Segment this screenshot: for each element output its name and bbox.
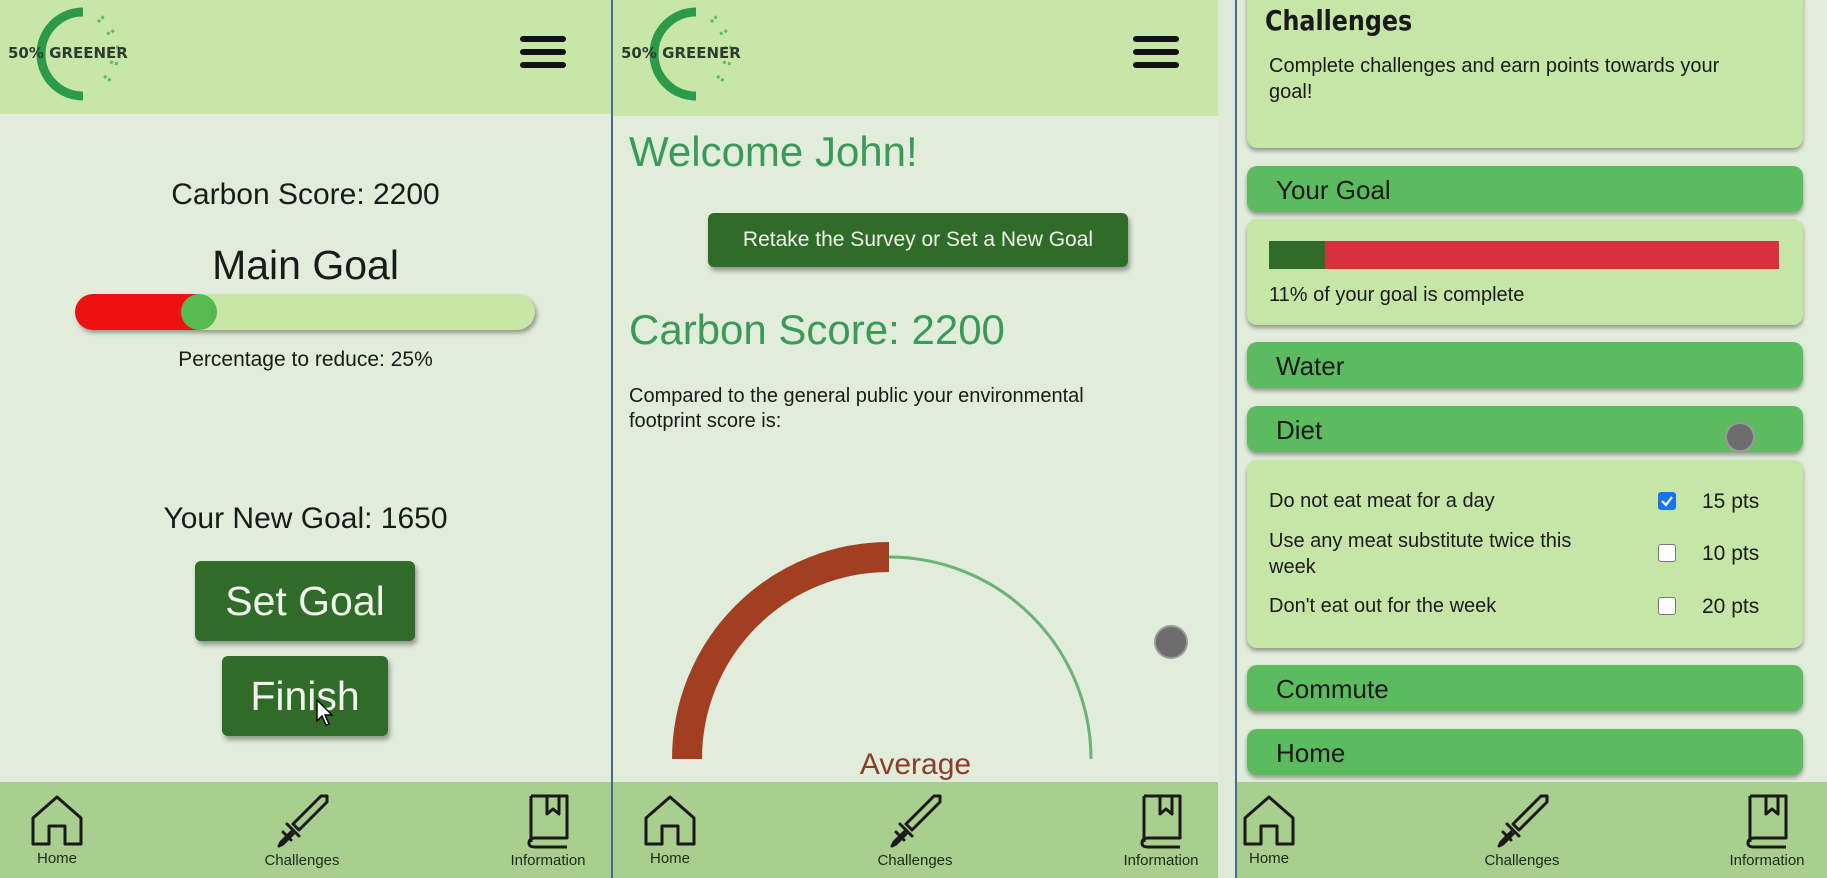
nav-challenges[interactable]: Challenges [855,782,975,878]
gauge-label: Average [859,748,972,781]
accordion-diet[interactable]: Diet [1247,406,1803,452]
nav-challenges-label: Challenges [877,852,953,869]
set-goal-button[interactable]: Set Goal [195,561,415,641]
accordion-your-goal-label: Your Goal [1276,175,1391,205]
bottom-nav: Home Challenges Information [0,782,611,878]
challenges-screen: Challenges Complete challenges and earn … [1237,0,1827,878]
challenge-points: 20 pts [1702,595,1760,618]
challenges-intro-card: Challenges Complete challenges and earn … [1247,0,1803,148]
carbon-score: Carbon Score: 2200 [171,178,440,211]
goal-progress-bar [1269,241,1779,269]
nav-information[interactable]: Information [1101,782,1218,878]
retake-survey-button[interactable]: Retake the Survey or Set a New Goal [708,213,1128,267]
logo-text: 50% GREENER [621,44,741,62]
sword-icon [890,794,942,848]
nav-home[interactable]: Home [1237,782,1329,878]
gauge-fill-arc [672,542,890,760]
diet-challenges-card: Do not eat meat for a day 15 pts Use any… [1247,460,1803,648]
challenge-text: Don't eat out for the week [1269,595,1497,617]
nav-challenges[interactable]: Challenges [1462,782,1582,878]
book-icon [1140,794,1182,849]
accordion-diet-label: Diet [1276,415,1323,445]
home-icon [1243,795,1295,846]
accordion-home-label: Home [1276,738,1346,768]
challenge-checkbox-2[interactable] [1658,544,1676,562]
scroll-indicator[interactable] [1725,422,1755,452]
app-logo: 50% GREENER [8,4,148,104]
app-header: 50% GREENER [613,0,1218,116]
home-screen: 50% GREENER Welcome John! Retake the Sur… [613,0,1218,878]
nav-home-label: Home [649,850,690,867]
scroll-indicator[interactable] [1154,625,1188,659]
menu-icon[interactable] [1133,36,1179,70]
goal-slider[interactable] [75,294,535,330]
bottom-nav: Home Challenges Information [613,782,1218,878]
gauge-track-arc [888,555,1093,760]
challenge-points: 15 pts [1702,490,1760,513]
challenges-intro: Complete challenges and earn points towa… [1269,55,1720,103]
accordion-water-label: Water [1276,351,1345,381]
challenges-title: Challenges [1265,4,1413,37]
logo-text: 50% GREENER [8,44,128,62]
nav-information[interactable]: Information [488,782,608,878]
nav-information-label: Information [1729,852,1805,869]
nav-home[interactable]: Home [0,782,117,878]
new-goal: Your New Goal: 1650 [163,502,448,535]
bottom-nav: Home Challenges Information [1237,782,1827,878]
app-logo: 50% GREENER [621,4,761,104]
goal-progress-card: 11% of your goal is complete [1247,219,1803,325]
nav-challenges-label: Challenges [1484,852,1560,869]
book-icon [1746,794,1788,849]
challenge-text: Do not eat meat for a day [1269,490,1495,512]
mouse-cursor-icon [316,699,334,726]
accordion-water[interactable]: Water [1247,342,1803,388]
home-icon [644,795,696,846]
accordion-commute[interactable]: Commute [1247,665,1803,711]
challenge-text: Use any meat substitute twice this week [1269,530,1572,578]
accordion-your-goal[interactable]: Your Goal [1247,166,1803,212]
goal-progress-fill [1269,241,1325,269]
nav-challenges[interactable]: Challenges [242,782,362,878]
nav-challenges-label: Challenges [264,852,340,869]
menu-icon[interactable] [520,36,566,70]
sword-icon [1497,794,1549,848]
carbon-score-heading: Carbon Score: 2200 [629,306,1005,353]
finish-button[interactable]: Finish [222,656,388,736]
accordion-commute-label: Commute [1276,674,1389,704]
welcome-heading: Welcome John! [629,128,918,175]
goal-screen: 50% GREENER Carbon Score: 2200 Main Goal… [0,0,611,878]
nav-information[interactable]: Information [1707,782,1827,878]
home-icon [31,795,83,846]
challenge-checkbox-1[interactable] [1658,492,1676,510]
compare-text: Compared to the general public your envi… [629,385,1084,432]
footprint-gauge [672,542,1093,760]
nav-information-label: Information [1123,852,1199,869]
nav-home-label: Home [1248,850,1289,867]
challenge-checkbox-3[interactable] [1658,597,1676,615]
check-icon [1661,496,1673,507]
percentage-to-reduce: Percentage to reduce: 25% [178,348,433,371]
nav-home[interactable]: Home [613,782,730,878]
nav-home-label: Home [36,850,77,867]
sword-icon [277,794,329,848]
main-goal-heading: Main Goal [212,242,399,288]
challenge-points: 10 pts [1702,542,1760,565]
app-header: 50% GREENER [0,0,611,114]
goal-slider-thumb[interactable] [181,294,217,330]
nav-information-label: Information [510,852,586,869]
accordion-home[interactable]: Home [1247,729,1803,775]
goal-complete-text: 11% of your goal is complete [1269,284,1525,306]
book-icon [527,794,569,849]
